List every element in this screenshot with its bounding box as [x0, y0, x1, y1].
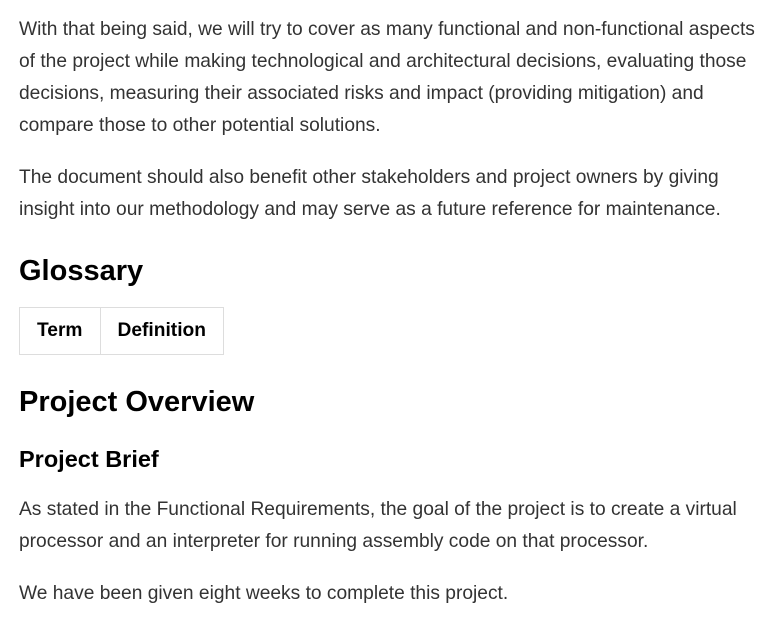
intro-paragraph-2: The document should also benefit other s… [19, 167, 721, 220]
document-body: With that being said, we will try to cov… [0, 0, 775, 642]
glossary-heading: Glossary [19, 255, 144, 287]
glossary-header-definition: Definition [99, 307, 224, 355]
project-brief-heading: Project Brief [19, 446, 159, 472]
project-brief-paragraph-2: We have been given eight weeks to comple… [19, 583, 509, 604]
project-overview-heading: Project Overview [19, 386, 255, 418]
glossary-table-header-row: Term Definition [19, 307, 224, 355]
glossary-table: Term Definition [19, 307, 224, 355]
project-brief-paragraph-1: As stated in the Functional Requirements… [19, 499, 737, 552]
intro-paragraph-1: With that being said, we will try to cov… [19, 19, 755, 136]
glossary-header-term: Term [19, 307, 101, 355]
